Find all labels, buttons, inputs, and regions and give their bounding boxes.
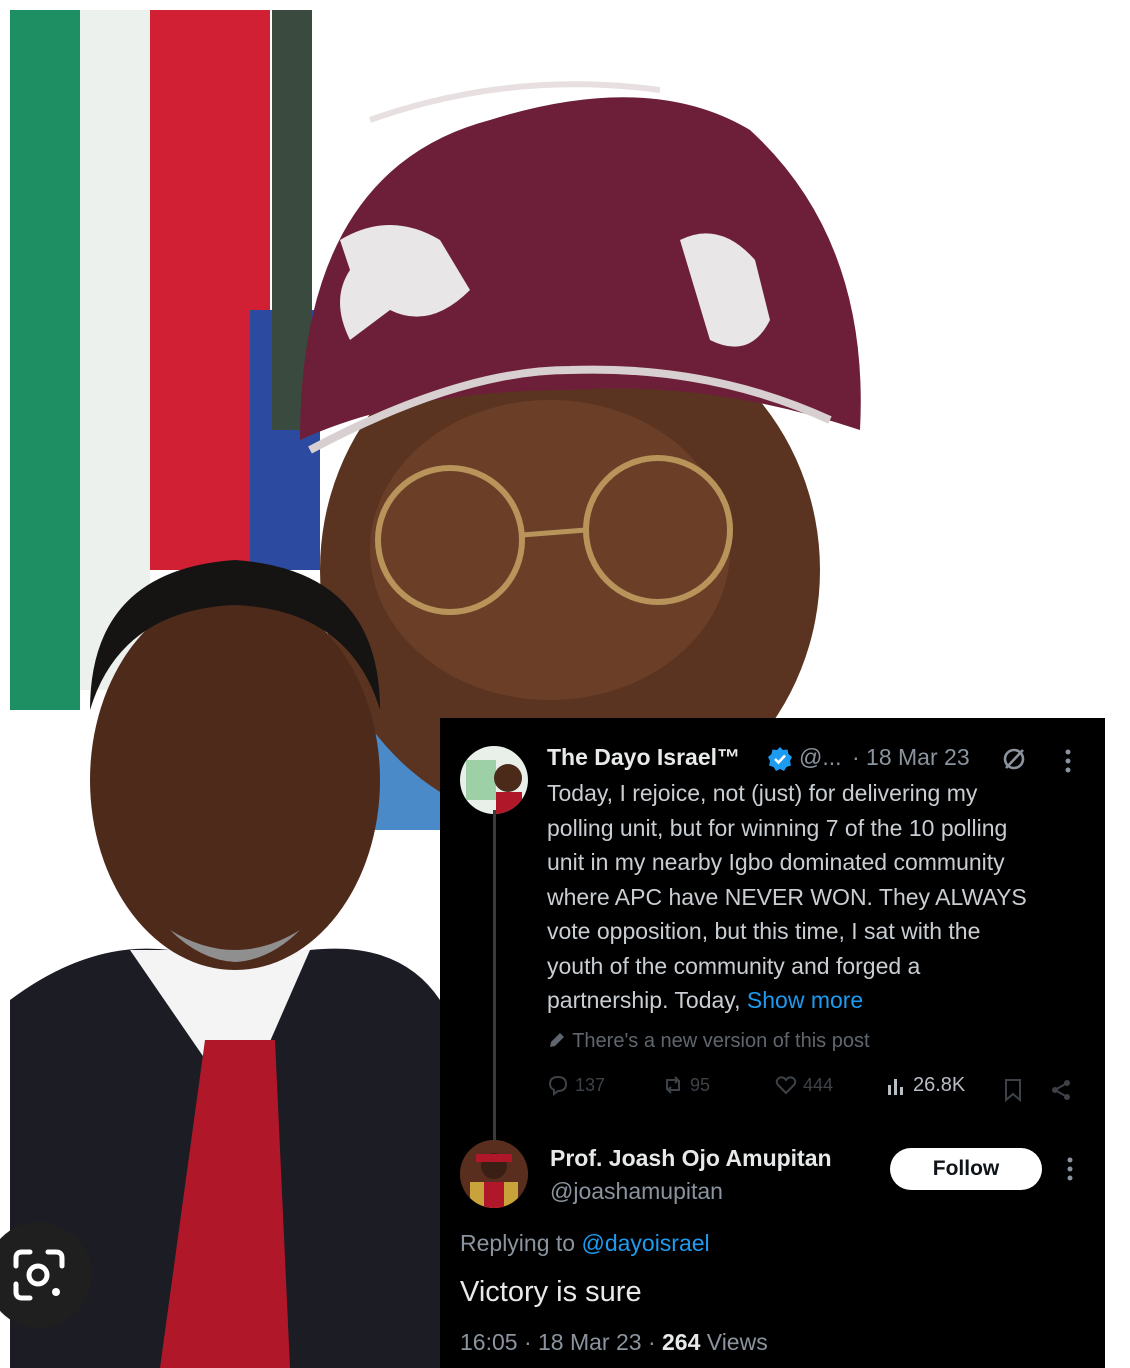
post-author-handle[interactable]: @... — [799, 744, 842, 771]
post-body-tail: partnership. Today, — [547, 987, 747, 1013]
reply-icon — [548, 1075, 568, 1096]
bookmark-icon[interactable] — [1002, 1078, 1024, 1102]
post-body-line: Today, I rejoice, not (just) for deliver… — [547, 780, 978, 806]
verified-badge-icon — [768, 747, 792, 771]
reply-author-handle[interactable]: @joashamupitan — [550, 1178, 723, 1205]
reply-timestamp[interactable]: 16:05 · 18 Mar 23 · — [460, 1329, 662, 1355]
reply-views-label: Views — [700, 1329, 768, 1355]
repost-count: 95 — [690, 1074, 711, 1095]
lens-search-icon — [13, 1249, 65, 1301]
post-author-name[interactable]: The Dayo Israel™ — [547, 744, 740, 771]
like-action[interactable]: 444 — [775, 1074, 833, 1096]
view-count: 26.8K — [913, 1074, 966, 1096]
post-body-line: polling unit, but for winning 7 of the 1… — [547, 814, 1008, 841]
post-body-line-last: partnership. Today, Show more — [547, 983, 1092, 1018]
reply-more-options-icon[interactable] — [1067, 1156, 1073, 1182]
share-icon[interactable] — [1049, 1078, 1073, 1102]
show-more-link[interactable]: Show more — [747, 987, 863, 1013]
repost-icon — [666, 1076, 680, 1094]
more-options-icon[interactable] — [1065, 748, 1071, 774]
post-date[interactable]: · 18 Mar 23 — [852, 744, 970, 771]
post-author-avatar[interactable] — [460, 746, 528, 814]
views-action[interactable]: 26.8K — [885, 1074, 965, 1097]
replying-to: Replying to @dayoisrael — [460, 1230, 710, 1257]
post-body-line: vote opposition, but this time, I sat wi… — [547, 918, 981, 944]
reply-count: 137 — [575, 1074, 606, 1095]
reply-author-avatar[interactable] — [460, 1140, 528, 1208]
flag-green-stripe — [10, 10, 80, 710]
post-screenshot: The Dayo Israel™ @... · 18 Mar 23 Today,… — [440, 718, 1105, 1368]
edit-pencil-icon — [550, 1033, 564, 1047]
like-count: 444 — [803, 1074, 834, 1095]
left-man-face — [90, 590, 380, 970]
post-action-bar: 137 95 444 26.8K — [547, 1074, 1077, 1104]
post-body: Today, I rejoice, not (just) for deliver… — [547, 776, 1092, 1018]
reply-meta: 16:05 · 18 Mar 23 · 264 Views — [460, 1329, 768, 1356]
avatar-image — [466, 760, 522, 814]
post-body-line: youth of the community and forged a — [547, 952, 921, 979]
edited-notice-text: There's a new version of this post — [572, 1030, 870, 1052]
thread-line — [493, 810, 496, 1140]
flag-white-stripe — [80, 10, 150, 690]
edited-notice[interactable]: There's a new version of this post — [547, 1030, 870, 1053]
post-body-line: unit in my nearby Igbo dominated communi… — [547, 849, 1005, 875]
reply-text: Victory is sure — [460, 1276, 642, 1308]
grok-icon[interactable] — [1001, 746, 1027, 772]
reply-action[interactable]: 137 — [547, 1074, 605, 1096]
reply-view-count: 264 — [662, 1329, 701, 1355]
replying-to-handle[interactable]: @dayoisrael — [581, 1230, 709, 1256]
repost-action[interactable]: 95 — [662, 1074, 710, 1096]
reply-author-name[interactable]: Prof. Joash Ojo Amupitan — [550, 1145, 832, 1172]
avatar-image — [460, 1140, 528, 1208]
post-body-line: where APC have NEVER WON. They ALWAYS — [547, 883, 1027, 910]
follow-button[interactable]: Follow — [890, 1148, 1042, 1190]
replying-to-prefix: Replying to — [460, 1230, 582, 1256]
views-chart-icon — [888, 1078, 903, 1095]
heart-icon — [775, 1076, 797, 1095]
